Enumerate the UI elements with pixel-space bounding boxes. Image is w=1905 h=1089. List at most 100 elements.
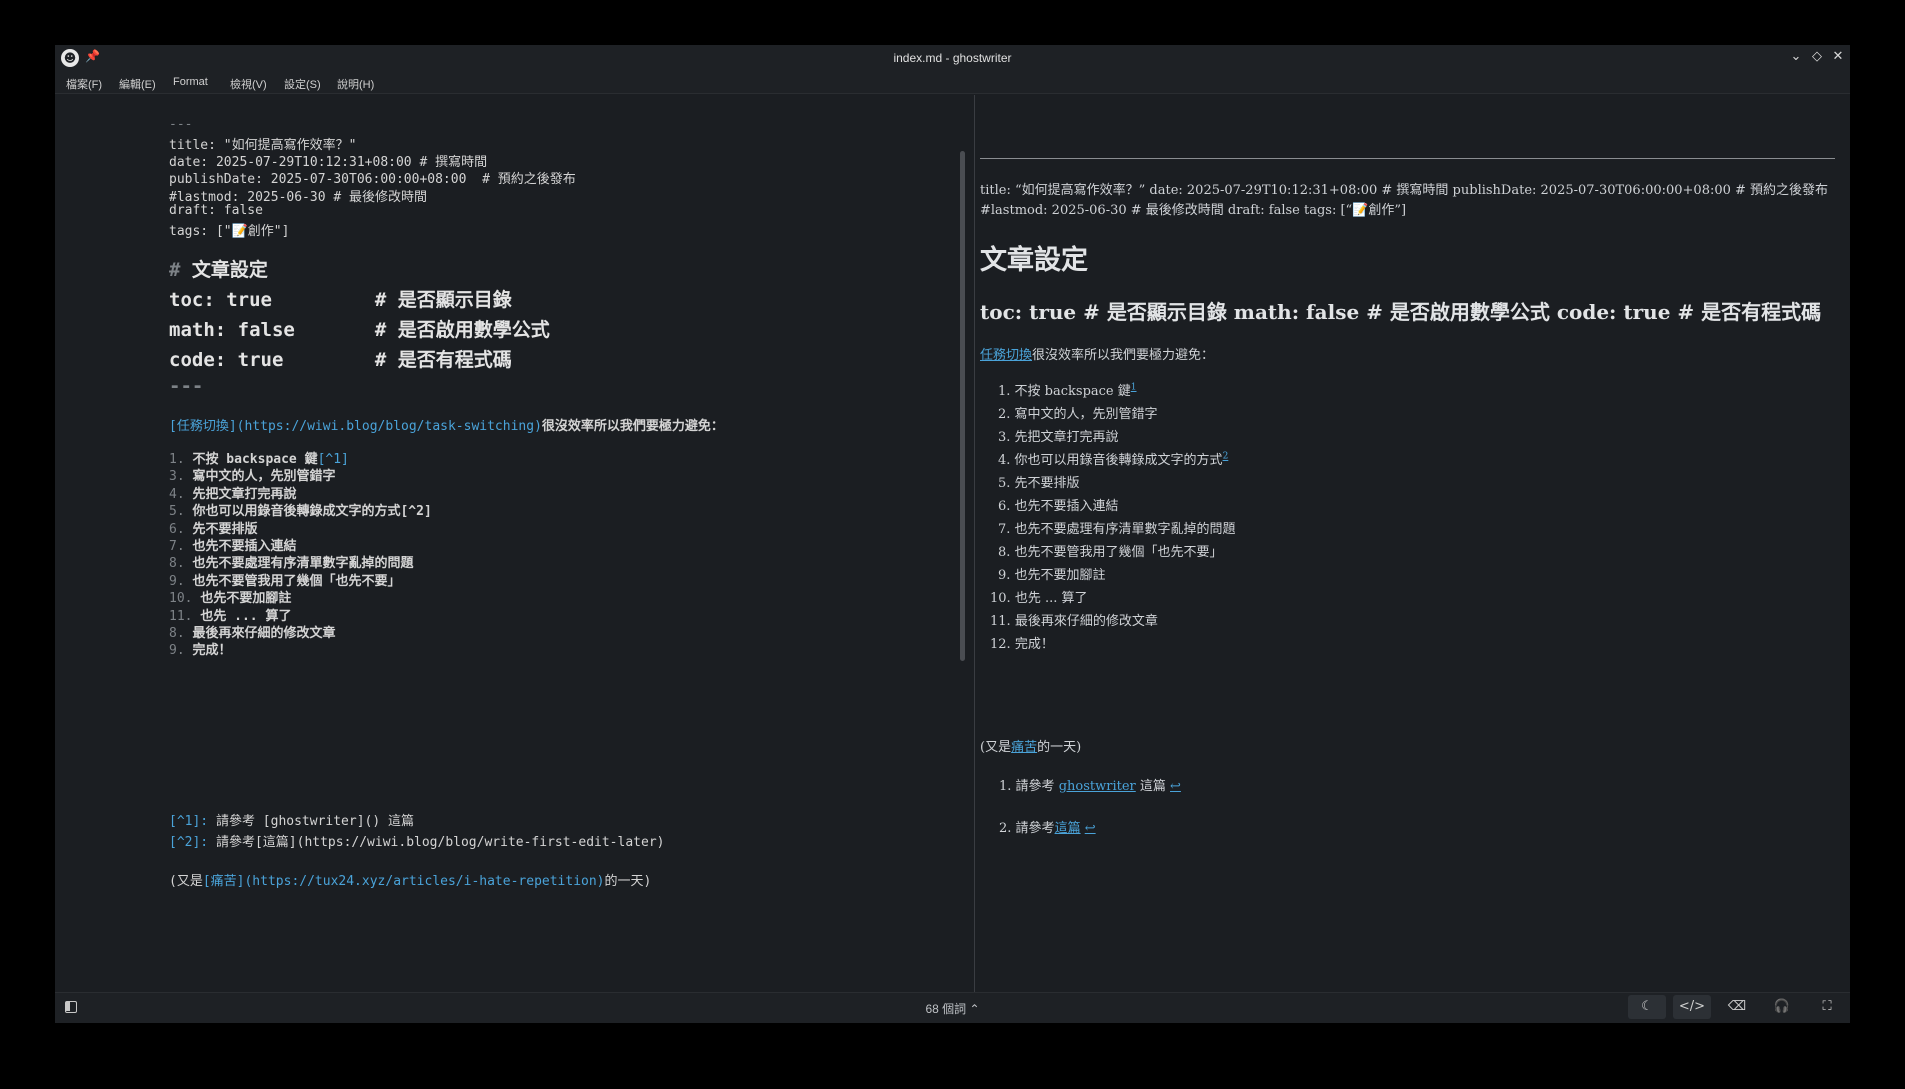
footnote-2: [^2]: 請參考[這篇](https://wiwi.blog/blog/wri… (169, 831, 664, 850)
preview-ghostwriter-link[interactable]: ghostwriter (1059, 779, 1136, 794)
preview-frontmatter-2: #lastmod: 2025-06-30 # 最後修改時間 draft: fal… (980, 203, 1407, 218)
heading-line: # 文章設定 (169, 255, 268, 282)
menu-settings[interactable]: 設定(S) (284, 76, 321, 92)
menu-edit[interactable]: 編輯(E) (119, 76, 156, 92)
editor-list-item: 5. 你也可以用錄音後轉錄成文字的方式[^2] (169, 500, 432, 519)
task-switching-link[interactable]: [任務切換](https://wiwi.blog/blog/task-switc… (169, 419, 542, 434)
app-window: ☻ 📌 index.md - ghostwriter ⌄ ◇ ✕ 檔案(F) 編… (55, 45, 1850, 1023)
heading-text: 文章設定 (191, 259, 268, 281)
preview-list-number: 10. (990, 591, 1011, 606)
html-preview: title: “如何提高寫作效率？” date: 2025-07-29T10:1… (975, 95, 1850, 992)
preview-this-article-link[interactable]: 這篇 (1055, 821, 1081, 836)
preview-list-number: 4. (998, 453, 1011, 468)
maximize-icon[interactable]: ◇ (1808, 49, 1826, 64)
menu-format[interactable]: Format (173, 76, 208, 88)
editor-list-item: 8. 也先不要處理有序清單數字亂掉的問題 (169, 552, 414, 571)
frontmatter-draft: draft: false (169, 203, 263, 218)
editor-list-item: 3. 寫中文的人，先別管錯字 (169, 465, 336, 484)
preview-list-text: 先不要排版 (1014, 476, 1080, 491)
backspace-icon[interactable]: ⌫ (1718, 995, 1756, 1019)
preview-footnote-sup[interactable]: 1 (1131, 383, 1137, 393)
frontmatter-tags: tags: ["📝創作"] (169, 224, 290, 239)
preview-list-item: 1. 不按 backspace 鍵1 (998, 380, 1137, 399)
preview-list-text: 最後再來仔細的修改文章 (1014, 614, 1158, 629)
editor-list-item: 1. 不按 backspace 鍵[^1] (169, 448, 349, 467)
code-line: code: true # 是否有程式碼 (169, 349, 512, 371)
list-text: 完成！ (192, 643, 232, 659)
preview-list-number: 9. (998, 568, 1011, 583)
preview-footnote-2-pre: 請參考 (1015, 821, 1055, 836)
status-bar: 68 個詞 ⌃ ☾ </> ⌫ 🎧 ⛶ (55, 992, 1850, 1023)
editor-scrollbar[interactable] (960, 151, 965, 661)
tail-line: (又是[痛苦](https://tux24.xyz/articles/i-hat… (169, 870, 651, 889)
preview-pain-link[interactable]: 痛苦 (1011, 740, 1037, 755)
word-count[interactable]: 68 個詞 ⌃ (55, 1000, 1850, 1017)
heading-hash: # (169, 259, 181, 281)
chevron-up-icon: ⌃ (969, 1002, 980, 1016)
preview-list-item: 5. 先不要排版 (998, 472, 1080, 491)
preview-list-number: 1. (998, 384, 1011, 399)
preview-intro: 任務切換很沒效率所以我們要極力避免： (980, 344, 1214, 363)
backref-2-icon[interactable]: ↩ (1085, 821, 1096, 836)
footnote-1-text: 請參考 [ghostwriter]() 這篇 (208, 814, 415, 829)
preview-list-item: 3. 先把文章打完再說 (998, 426, 1119, 445)
editor-list-item: 7. 也先不要插入連結 (169, 535, 297, 554)
preview-tail: (又是痛苦的一天) (980, 736, 1081, 755)
preview-footnote-2: 2. 請參考這篇 ↩ (999, 817, 1096, 836)
preview-list-item: 8. 也先不要管我用了幾個「也先不要」 (998, 541, 1223, 560)
preview-list-item: 10. 也先 ... 算了 (990, 587, 1088, 606)
footnote-2-text: 請參考[這篇](https://wiwi.blog/blog/write-fir… (208, 835, 665, 850)
preview-list-number: 2. (998, 407, 1011, 422)
menu-help[interactable]: 說明(H) (337, 76, 374, 92)
frontmatter-open: --- (169, 117, 193, 132)
close-icon[interactable]: ✕ (1829, 49, 1847, 64)
preview-list-text: 也先不要插入連結 (1014, 499, 1119, 514)
preview-list-text: 完成！ (1014, 637, 1054, 652)
editor-list-item: 10. 也先不要加腳註 (169, 587, 291, 606)
preview-list-text: 也先不要加腳註 (1014, 568, 1106, 583)
intro-line: [任務切換](https://wiwi.blog/blog/task-switc… (169, 415, 724, 434)
editor-list-item: 6. 先不要排版 (169, 518, 258, 537)
footnote-2-ref: [^2]: (169, 835, 209, 850)
preview-intro-text: 很沒效率所以我們要極力避免： (1032, 348, 1215, 363)
minimize-icon[interactable]: ⌄ (1787, 49, 1805, 64)
list-number: 9. (169, 643, 185, 659)
preview-list-number: 3. (998, 430, 1011, 445)
preview-footnote-sup[interactable]: 2 (1223, 452, 1229, 462)
backref-1-icon[interactable]: ↩ (1170, 779, 1181, 794)
preview-list-number: 5. (998, 476, 1011, 491)
preview-task-switching-link[interactable]: 任務切換 (980, 348, 1032, 363)
preview-list-item: 9. 也先不要加腳註 (998, 564, 1106, 583)
preview-list-text: 也先不要管我用了幾個「也先不要」 (1014, 545, 1223, 560)
menu-file[interactable]: 檔案(F) (66, 76, 102, 92)
preview-list-item: 11. 最後再來仔細的修改文章 (990, 610, 1158, 629)
preview-list-text: 也先不要處理有序清單數字亂掉的問題 (1014, 522, 1236, 537)
preview-list-item: 2. 寫中文的人，先別管錯字 (998, 403, 1158, 422)
editor-list-item: 11. 也先 ... 算了 (169, 605, 291, 624)
toc-line: toc: true # 是否顯示目錄 (169, 289, 512, 311)
pain-link[interactable]: [痛苦](https://tux24.xyz/articles/i-hate-r… (203, 874, 605, 889)
fullscreen-icon[interactable]: ⛶ (1808, 995, 1846, 1019)
headphones-icon[interactable]: 🎧 (1763, 995, 1801, 1019)
preview-list-text: 你也可以用錄音後轉錄成文字的方式 (1014, 453, 1223, 468)
menu-bar: 檔案(F) 編輯(E) Format 檢視(V) 設定(S) 說明(H) (55, 72, 1850, 94)
preview-footnote-1-num: 1. (999, 779, 1012, 794)
editor-list-item: 9. 也先不要管我用了幾個「也先不要」 (169, 570, 401, 589)
menu-view[interactable]: 檢視(V) (230, 76, 267, 92)
window-title: index.md - ghostwriter (893, 51, 1012, 65)
preview-list-text: 先把文章打完再說 (1014, 430, 1119, 445)
preview-rule (980, 158, 1835, 159)
footnote-1: [^1]: 請參考 [ghostwriter]() 這篇 (169, 810, 414, 829)
moon-icon[interactable]: ☾ (1628, 995, 1666, 1019)
preview-list-number: 12. (990, 637, 1011, 652)
editor-list-item: 8. 最後再來仔細的修改文章 (169, 622, 336, 641)
code-icon[interactable]: </> (1673, 995, 1711, 1019)
preview-list-item: 4. 你也可以用錄音後轉錄成文字的方式2 (998, 449, 1228, 468)
preview-list-text: 不按 backspace 鍵 (1014, 384, 1131, 399)
preview-list-number: 7. (998, 522, 1011, 537)
preview-footnote-2-num: 2. (999, 821, 1012, 836)
markdown-editor[interactable]: --- title: "如何提高寫作效率？" date: 2025-07-29T… (55, 95, 975, 992)
preview-subheading: toc: true # 是否顯示目錄 math: false # 是否啟用數學公… (980, 300, 1822, 324)
preview-list-item: 7. 也先不要處理有序清單數字亂掉的問題 (998, 518, 1236, 537)
preview-heading: 文章設定 (980, 245, 1088, 276)
